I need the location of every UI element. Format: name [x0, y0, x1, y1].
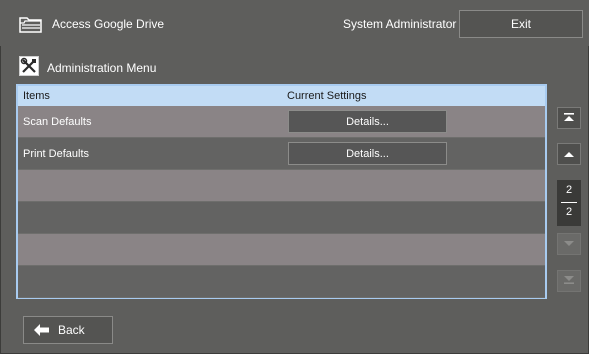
menu-title: Administration Menu	[47, 61, 157, 75]
scroll-down-button[interactable]	[557, 233, 581, 255]
scroll-bottom-button[interactable]	[557, 270, 581, 292]
scan-defaults-details-button[interactable]: Details...	[288, 110, 447, 133]
tools-icon	[19, 56, 39, 76]
table-row[interactable]: Scan Defaults Details...	[18, 106, 545, 138]
row-label-print-defaults: Print Defaults	[23, 148, 90, 160]
chevron-up-icon	[563, 145, 575, 163]
print-defaults-details-button[interactable]: Details...	[288, 142, 447, 165]
back-button[interactable]: Back	[23, 316, 113, 344]
chevron-down-icon	[563, 235, 575, 253]
page-separator	[561, 202, 577, 203]
page-indicator: 2 2	[557, 180, 581, 226]
empty-row	[18, 266, 545, 298]
settings-list: Items Current Settings Scan Defaults Det…	[16, 84, 547, 299]
exit-button[interactable]: Exit	[459, 10, 583, 38]
header-bar: Access Google Drive System Administrator…	[0, 0, 589, 46]
scroll-up-button[interactable]	[557, 143, 581, 165]
arrow-left-icon	[34, 324, 50, 336]
page-current: 2	[565, 184, 573, 196]
row-label-scan-defaults: Scan Defaults	[23, 116, 92, 128]
back-label: Back	[58, 323, 85, 337]
list-header: Items Current Settings	[18, 86, 545, 106]
folder-icon	[19, 14, 43, 34]
page-total: 2	[565, 206, 573, 218]
scroll-top-icon	[563, 109, 575, 127]
table-row[interactable]: Print Defaults Details...	[18, 138, 545, 170]
empty-row	[18, 170, 545, 202]
user-label: System Administrator	[343, 17, 457, 31]
column-header-settings: Current Settings	[287, 90, 367, 102]
empty-row	[18, 234, 545, 266]
app-title: Access Google Drive	[52, 17, 165, 31]
scroll-bottom-icon	[563, 272, 575, 290]
empty-row	[18, 202, 545, 234]
column-header-items: Items	[23, 90, 50, 102]
scroll-top-button[interactable]	[557, 107, 581, 129]
